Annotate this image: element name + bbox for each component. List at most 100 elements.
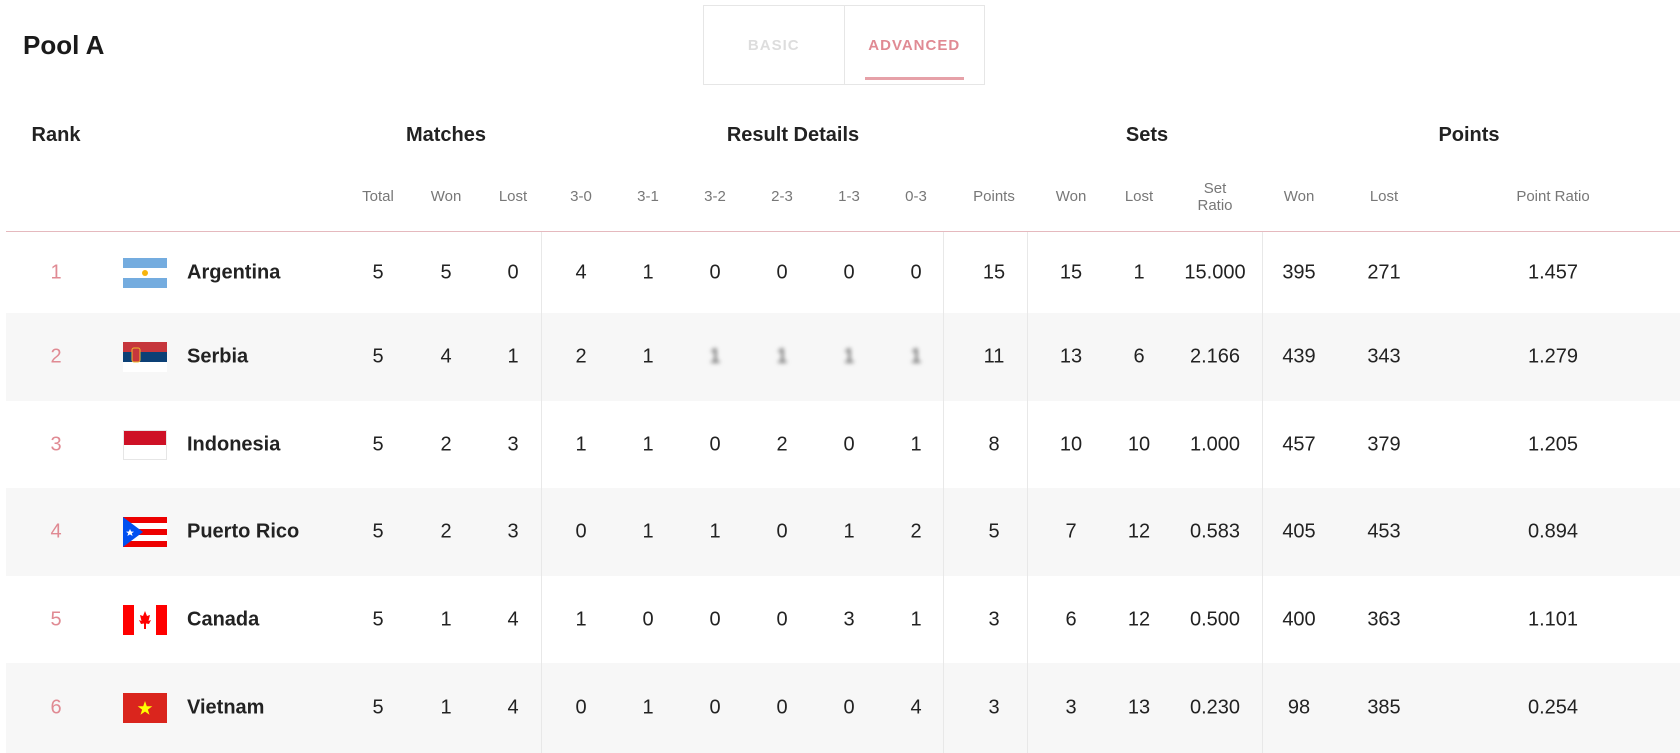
cell-r03: 0 xyxy=(910,261,922,284)
serbia-flag xyxy=(123,342,167,372)
cell-sets-lost: 12 xyxy=(1127,520,1151,543)
cell-sets-lost: 1 xyxy=(1133,261,1145,284)
cell-total: 5 xyxy=(372,608,384,630)
cell-won: 2 xyxy=(440,433,452,455)
subheader-points-won: Won xyxy=(1283,188,1315,205)
team-name[interactable]: Indonesia xyxy=(187,433,280,456)
separator xyxy=(1262,232,1263,753)
cell-pts-won: 439 xyxy=(1282,345,1316,368)
table-row: 5 Canada 5 1 4 1 0 0 0 3 1 3 6 12 0.500 400 363 1.101 xyxy=(6,576,1680,663)
cell-sets-won: 7 xyxy=(1065,520,1077,543)
team-name[interactable]: Serbia xyxy=(187,346,248,369)
cell-pts-lost: 363 xyxy=(1367,608,1401,630)
cell-r03: 1 xyxy=(910,608,922,630)
cell-point-ratio: 0.254 xyxy=(1527,696,1579,719)
cell-pts-lost: 453 xyxy=(1367,520,1401,543)
header-points: Points xyxy=(1438,124,1500,146)
cell-set-ratio: 2.166 xyxy=(1189,345,1241,368)
subheader-3-2: 3-2 xyxy=(704,188,726,205)
indonesia-flag xyxy=(123,429,167,460)
cell-won: 5 xyxy=(440,261,452,284)
cell-pts-won: 457 xyxy=(1282,433,1316,455)
cell-won: 2 xyxy=(440,520,452,543)
rank-cell: 2 xyxy=(50,345,62,368)
subheader-set-ratio-line1: Set xyxy=(1203,180,1227,197)
cell-points: 8 xyxy=(988,433,1000,455)
cell-sets-lost: 10 xyxy=(1127,433,1151,455)
cell-r31: 1 xyxy=(642,345,654,368)
cell-sets-lost: 13 xyxy=(1127,696,1151,719)
subheader-set-ratio-line2: Ratio xyxy=(1197,197,1233,214)
cell-r23: 0 xyxy=(776,608,788,630)
cell-r31: 0 xyxy=(642,608,654,630)
separator xyxy=(1027,232,1028,753)
subheader-points: Points xyxy=(973,188,1015,205)
rank-cell: 4 xyxy=(50,520,62,543)
subheader-3-1: 3-1 xyxy=(637,188,659,205)
cell-r30: 0 xyxy=(575,696,587,719)
cell-lost: 4 xyxy=(507,608,519,630)
cell-r31: 1 xyxy=(642,696,654,719)
cell-pts-lost: 343 xyxy=(1367,345,1401,368)
header-result-details: Result Details xyxy=(726,124,860,146)
cell-r03: 4 xyxy=(910,696,922,719)
argentina-flag xyxy=(123,258,167,288)
team-name[interactable]: Argentina xyxy=(187,262,280,285)
subheader-2-3: 2-3 xyxy=(771,188,793,205)
cell-pts-won: 400 xyxy=(1282,608,1316,630)
cell-pts-lost: 385 xyxy=(1367,696,1401,719)
cell-r13: 0 xyxy=(843,261,855,284)
team-name[interactable]: Canada xyxy=(187,608,259,631)
cell-r03: 2 xyxy=(910,520,922,543)
tab-advanced[interactable]: ADVANCED xyxy=(845,6,985,84)
cell-r23: 0 xyxy=(776,261,788,284)
cell-r31: 1 xyxy=(642,433,654,455)
team-name[interactable]: Vietnam xyxy=(187,697,264,720)
cell-r32: 0 xyxy=(709,261,721,284)
cell-lost: 4 xyxy=(507,696,519,719)
cell-r32: 0 xyxy=(709,433,721,455)
cell-pts-lost: 271 xyxy=(1367,261,1401,284)
cell-won: 1 xyxy=(440,696,452,719)
subheader-1-3: 1-3 xyxy=(838,188,860,205)
cell-r23: 1 xyxy=(776,345,788,368)
tab-basic[interactable]: BASIC xyxy=(704,6,845,84)
cell-won: 4 xyxy=(440,345,452,368)
cell-sets-lost: 12 xyxy=(1127,608,1151,630)
subheader-lost: Lost xyxy=(498,188,528,205)
view-tabs: BASIC ADVANCED xyxy=(703,5,985,85)
cell-sets-won: 3 xyxy=(1065,696,1077,719)
cell-r13: 1 xyxy=(843,520,855,543)
cell-total: 5 xyxy=(372,696,384,719)
cell-r30: 1 xyxy=(575,608,587,630)
table-row: 6 Vietnam 5 1 4 0 1 0 0 0 4 3 3 13 0.230 98 385 0.254 xyxy=(6,663,1680,753)
cell-total: 5 xyxy=(372,261,384,284)
cell-r30: 1 xyxy=(575,433,587,455)
cell-r30: 4 xyxy=(575,261,587,284)
cell-sets-won: 10 xyxy=(1059,433,1083,455)
cell-sets-won: 15 xyxy=(1059,261,1083,284)
cell-r13: 0 xyxy=(843,696,855,719)
subheader-sets-won: Won xyxy=(1055,188,1087,205)
table-row: 3 Indonesia 5 2 3 1 1 0 2 0 1 8 10 10 1.000 457 379 1.205 xyxy=(6,401,1680,488)
cell-r23: 0 xyxy=(776,520,788,543)
rank-cell: 6 xyxy=(50,696,62,719)
cell-r32: 0 xyxy=(709,696,721,719)
puerto-rico-flag xyxy=(123,517,167,547)
cell-r13: 3 xyxy=(843,608,855,630)
table-row: 4 Puerto Rico 5 2 3 0 1 1 0 1 2 5 7 12 0.583 405 453 0.89… xyxy=(6,488,1680,576)
cell-pts-lost: 379 xyxy=(1367,433,1401,455)
cell-point-ratio: 1.101 xyxy=(1527,608,1579,630)
cell-points: 5 xyxy=(988,520,1000,543)
cell-set-ratio: 0.583 xyxy=(1189,520,1241,543)
cell-set-ratio: 0.230 xyxy=(1189,696,1241,719)
subheader-set-ratio: Set Ratio xyxy=(1197,180,1232,214)
team-name[interactable]: Puerto Rico xyxy=(187,521,299,544)
pool-title: Pool A xyxy=(23,30,105,60)
cell-points: 15 xyxy=(982,261,1006,284)
cell-total: 5 xyxy=(372,345,384,368)
cell-set-ratio: 0.500 xyxy=(1189,608,1241,630)
table-row: 2 Serbia 5 4 1 2 1 1 1 1 1 11 13 6 2.166 439 343 1.279 xyxy=(6,313,1680,401)
subheader-3-0: 3-0 xyxy=(570,188,592,205)
cell-point-ratio: 1.457 xyxy=(1527,261,1579,284)
